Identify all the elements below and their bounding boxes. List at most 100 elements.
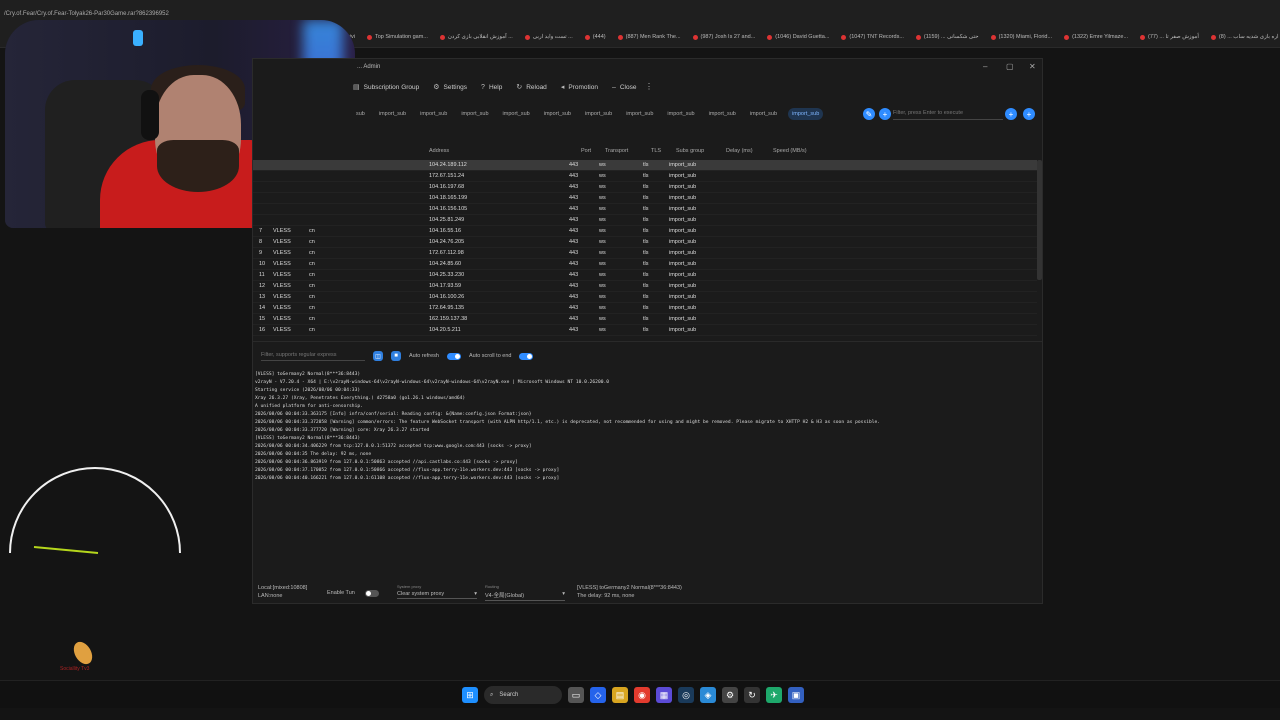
app-grid-icon[interactable]: ▦ bbox=[656, 687, 672, 703]
taskbar-search[interactable]: ⌕ Search bbox=[484, 686, 562, 704]
bookmark-item[interactable]: أموزش صفر تا ... (77) bbox=[1134, 31, 1205, 43]
auto-refresh-toggle[interactable] bbox=[446, 352, 461, 360]
task-view-icon[interactable]: ▭ bbox=[568, 687, 584, 703]
subscription-tab[interactable]: import_sub bbox=[582, 108, 615, 120]
bookmark-item[interactable]: Top Simulation gam... bbox=[361, 31, 434, 43]
cell-port: 443 bbox=[569, 195, 579, 201]
routing-select[interactable]: V4-全局(Global) ▾ bbox=[485, 591, 565, 601]
bookmark-item[interactable]: آموزش انقلابی بازی کردن ... bbox=[434, 31, 519, 43]
column-header[interactable]: Delay (ms) bbox=[726, 148, 753, 154]
maximize-icon[interactable]: ▢ bbox=[1006, 62, 1014, 71]
menu-promotion[interactable]: ◂ Promotion bbox=[561, 83, 598, 92]
bookmark-item[interactable]: اره بازی شدیه ساب ... (8) bbox=[1205, 31, 1280, 43]
bookmark-item[interactable]: حتی شکسانی ... (1159) bbox=[910, 31, 985, 43]
menu-label: Close bbox=[619, 83, 637, 91]
column-header[interactable]: Transport bbox=[605, 148, 628, 154]
subscription-tab[interactable]: import_sub bbox=[376, 108, 409, 120]
edit-icon[interactable]: ✎ bbox=[863, 108, 875, 120]
bookmark-item[interactable]: (1322) Emre Yilmaze... bbox=[1058, 31, 1134, 43]
subscription-tab[interactable]: sub bbox=[353, 108, 368, 120]
close-icon[interactable]: ✕ bbox=[1029, 62, 1036, 71]
bookmark-item[interactable]: (1046) David Guetta... bbox=[761, 31, 835, 43]
table-row[interactable]: 104.24.189.112 443 ws tls import_sub bbox=[253, 160, 1037, 171]
bookmark-item[interactable]: (887) Men Rank The... bbox=[612, 31, 687, 43]
bookmark-item[interactable]: تست واید اربی ... bbox=[519, 31, 579, 43]
table-row[interactable]: 16 VLESS cn 104.20.5.211 443 ws tls import_sub bbox=[253, 325, 1037, 336]
subscription-tab[interactable]: import_sub bbox=[500, 108, 533, 120]
menu-subscription-group[interactable]: ▤ Subscription Group bbox=[353, 83, 419, 92]
add-server-icon[interactable]: + bbox=[1005, 108, 1017, 120]
subscription-tab[interactable]: import_sub bbox=[747, 108, 780, 120]
menu-reload[interactable]: ↻ Reload bbox=[516, 83, 546, 92]
table-row[interactable]: 10 VLESS cn 104.24.85.60 443 ws tls import_sub bbox=[253, 259, 1037, 270]
table-row[interactable]: 14 VLESS cn 172.64.95.135 443 ws tls import_sub bbox=[253, 303, 1037, 314]
table-row[interactable]: 9 VLESS cn 172.67.112.98 443 ws tls import_sub bbox=[253, 248, 1037, 259]
subscription-tab[interactable]: import_sub bbox=[417, 108, 450, 120]
stop-icon[interactable]: ■ bbox=[391, 351, 401, 361]
log-line: 2026/08/06 00:04:33.363175 [Info] infra/… bbox=[255, 412, 532, 417]
subscription-tab[interactable]: import_sub bbox=[788, 108, 824, 120]
menu-help[interactable]: ? Help bbox=[481, 83, 502, 91]
bookmark-item[interactable]: (1047) TNT Records... bbox=[835, 31, 910, 43]
table-row[interactable]: 104.25.81.249 443 ws tls import_sub bbox=[253, 215, 1037, 226]
menu-label: Help bbox=[488, 83, 503, 91]
minimize-icon[interactable]: – bbox=[983, 62, 987, 71]
refresh-app-icon[interactable]: ↻ bbox=[744, 687, 760, 703]
table-scrollbar[interactable] bbox=[1037, 160, 1042, 280]
windows-start-icon[interactable]: ⊞ bbox=[462, 687, 478, 703]
cell-sub: import_sub bbox=[669, 217, 697, 223]
log-line: 2026/08/06 00:04:33.377720 [Warning] cor… bbox=[255, 428, 430, 433]
enable-tun-toggle[interactable] bbox=[365, 590, 379, 597]
table-row[interactable]: 104.18.165.199 443 ws tls import_sub bbox=[253, 193, 1037, 204]
cell-address: 104.16.156.105 bbox=[429, 206, 468, 212]
bookmark-item[interactable]: (987) Josh Is 27 and... bbox=[687, 31, 762, 43]
photos-icon[interactable]: ▣ bbox=[788, 687, 804, 703]
bookmark-item[interactable]: (444) bbox=[579, 31, 612, 43]
table-row[interactable]: 12 VLESS cn 104.17.93.59 443 ws tls import_sub bbox=[253, 281, 1037, 292]
column-header[interactable]: Subs group bbox=[676, 148, 704, 154]
clear-log-icon[interactable]: ◫ bbox=[373, 351, 383, 361]
table-row[interactable]: 15 VLESS cn 162.159.137.38 443 ws tls import_su… bbox=[253, 314, 1037, 325]
steam-icon[interactable]: ◎ bbox=[678, 687, 694, 703]
v2rayn-icon[interactable]: ✈ bbox=[766, 687, 782, 703]
cell-tls: tls bbox=[643, 239, 649, 245]
system-proxy-value: Clear system proxy bbox=[397, 591, 445, 597]
status-bar: Local:[mixed:10808] LAN:none Enable Tun … bbox=[253, 581, 1042, 603]
import-icon[interactable]: + bbox=[1023, 108, 1035, 120]
auto-scroll-toggle[interactable] bbox=[519, 352, 534, 360]
bookmark-item[interactable]: (1320) Miami, Florid... bbox=[985, 31, 1059, 43]
vscode-icon[interactable]: ◇ bbox=[590, 687, 606, 703]
subscription-tab[interactable]: import_sub bbox=[706, 108, 739, 120]
cell-sub: import_sub bbox=[669, 206, 697, 212]
more-menu-icon[interactable]: ⋮ bbox=[645, 82, 653, 91]
column-header[interactable]: Address bbox=[429, 148, 449, 154]
subscription-tab[interactable]: import_sub bbox=[541, 108, 574, 120]
subscription-tab[interactable]: import_sub bbox=[623, 108, 656, 120]
network-icon[interactable]: ◈ bbox=[700, 687, 716, 703]
address-bar[interactable]: /Cry.of.Fear/Cry.of.Fear-Tolyak26-Par30G… bbox=[4, 11, 169, 17]
table-row[interactable]: 13 VLESS cn 104.16.100.26 443 ws tls import_sub bbox=[253, 292, 1037, 303]
column-header[interactable]: Speed (MB/s) bbox=[773, 148, 807, 154]
table-row[interactable]: 11 VLESS cn 104.25.33.230 443 ws tls import_sub bbox=[253, 270, 1037, 281]
table-row[interactable]: 104.16.156.105 443 ws tls import_sub bbox=[253, 204, 1037, 215]
menu-settings[interactable]: ⚙ Settings bbox=[433, 83, 467, 92]
server-filter-input[interactable]: Filter, press Enter to execute bbox=[893, 108, 1003, 120]
table-row[interactable]: 104.16.197.68 443 ws tls import_sub bbox=[253, 182, 1037, 193]
log-filter-input[interactable]: Filter, supports regular express bbox=[261, 352, 365, 361]
cell-tls: tls bbox=[643, 305, 649, 311]
add-icon[interactable]: + bbox=[879, 108, 891, 120]
chrome-icon[interactable]: ◉ bbox=[634, 687, 650, 703]
table-row[interactable]: 8 VLESS cn 104.24.76.205 443 ws tls import_sub bbox=[253, 237, 1037, 248]
subscription-tab[interactable]: import_sub bbox=[664, 108, 697, 120]
table-row[interactable]: 172.67.151.24 443 ws tls import_sub bbox=[253, 171, 1037, 182]
youtube-icon bbox=[367, 34, 372, 40]
settings-icon[interactable]: ⚙ bbox=[722, 687, 738, 703]
column-header[interactable]: Port bbox=[581, 148, 591, 154]
column-header[interactable]: TLS bbox=[651, 148, 661, 154]
file-explorer-icon[interactable]: ▤ bbox=[612, 687, 628, 703]
menu-close[interactable]: – Close bbox=[612, 83, 637, 91]
system-proxy-select[interactable]: Clear system proxy ▾ bbox=[397, 591, 477, 599]
youtube-icon bbox=[1140, 34, 1146, 40]
subscription-tab[interactable]: import_sub bbox=[458, 108, 491, 120]
table-row[interactable]: 7 VLESS cn 104.16.55.16 443 ws tls import_sub bbox=[253, 226, 1037, 237]
